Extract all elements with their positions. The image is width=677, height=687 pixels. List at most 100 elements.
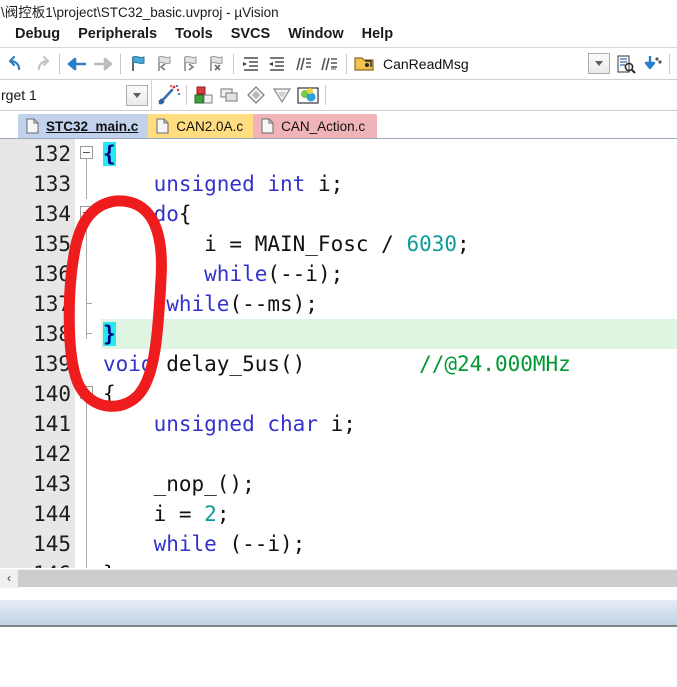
code-line-text: {	[103, 142, 116, 166]
fold-collapse-icon[interactable]	[80, 386, 93, 399]
build-toolbar: rget 1	[0, 80, 677, 111]
tab-can-action-c[interactable]: CAN_Action.c	[253, 114, 378, 138]
code-line[interactable]: 133 unsigned int i;	[0, 169, 677, 199]
line-number: 146	[0, 559, 75, 568]
code-line[interactable]: 140 {	[0, 379, 677, 409]
fold-column[interactable]	[75, 199, 101, 229]
fold-column[interactable]	[75, 379, 101, 409]
tab-can2-0a-c[interactable]: CAN2.0A.c	[148, 114, 256, 138]
open-file-icon[interactable]	[351, 51, 377, 77]
line-number: 144	[0, 499, 75, 529]
build-all-icon[interactable]	[217, 82, 243, 108]
navigate-forward-icon[interactable]	[90, 51, 116, 77]
dropdown-arrow-icon[interactable]	[588, 53, 610, 74]
line-number: 145	[0, 529, 75, 559]
navigate-back-icon[interactable]	[64, 51, 90, 77]
fold-column[interactable]	[75, 349, 101, 379]
find-in-files-icon[interactable]	[613, 51, 639, 77]
indent-left-icon[interactable]	[264, 51, 290, 77]
fold-collapse-icon[interactable]	[80, 146, 93, 159]
menu-item-tools[interactable]: Tools	[166, 24, 222, 44]
document-icon	[26, 118, 39, 134]
fold-guide-line	[86, 409, 87, 439]
line-number: 133	[0, 169, 75, 199]
uncomment-lines-icon[interactable]	[316, 51, 342, 77]
line-number: 138	[0, 319, 75, 349]
target-dropdown-arrow-icon[interactable]	[126, 84, 148, 106]
target-options-magic-icon[interactable]	[156, 82, 182, 108]
fold-guide-line	[86, 439, 87, 469]
menu-item-window[interactable]: Window	[279, 24, 352, 44]
translate-file-icon[interactable]	[243, 82, 269, 108]
editor-bottom-gap	[0, 587, 677, 599]
line-number: 137	[0, 289, 75, 319]
code-line-text: {	[103, 382, 116, 406]
editor-horizontal-scrollbar[interactable]: ‹	[0, 568, 677, 588]
bottom-blank-area	[0, 627, 677, 687]
code-line[interactable]: 138}	[0, 319, 677, 349]
code-line[interactable]: 135 i = MAIN_Fosc / 6030;	[0, 229, 677, 259]
code-line[interactable]: 132 {	[0, 139, 677, 169]
scrollbar-track[interactable]	[18, 569, 677, 587]
code-line[interactable]: 137 }while(--ms);	[0, 289, 677, 319]
manage-project-icon[interactable]	[295, 82, 321, 108]
build-target-icon[interactable]	[191, 82, 217, 108]
fold-column[interactable]	[75, 229, 101, 259]
target-value: rget 1	[1, 87, 37, 103]
fold-column[interactable]	[75, 559, 101, 568]
tab-label: STC32_main.c	[46, 118, 139, 134]
bookmark-prev-icon[interactable]	[151, 51, 177, 77]
fold-guide-line	[86, 529, 87, 559]
code-line-text: do{	[153, 202, 192, 226]
code-line-text: }	[103, 322, 116, 346]
fold-column[interactable]	[75, 169, 101, 199]
fold-guide-line	[86, 219, 87, 229]
toolbar-separator	[186, 85, 187, 105]
code-line[interactable]: 139 void delay_5us() //@24.000MHz	[0, 349, 677, 379]
comment-lines-icon[interactable]	[290, 51, 316, 77]
fold-column[interactable]	[75, 499, 101, 529]
document-icon	[261, 118, 274, 134]
fold-collapse-icon[interactable]	[80, 206, 93, 219]
fold-column[interactable]	[75, 469, 101, 499]
menu-item-debug[interactable]: Debug	[6, 24, 69, 44]
indent-right-icon[interactable]	[238, 51, 264, 77]
scroll-left-arrow-icon[interactable]: ‹	[0, 568, 18, 588]
fold-column[interactable]	[75, 439, 101, 469]
bookmark-toggle-icon[interactable]	[125, 51, 151, 77]
code-line[interactable]: 146}	[0, 559, 677, 568]
menu-item-help[interactable]: Help	[353, 24, 402, 44]
batch-build-icon[interactable]	[269, 82, 295, 108]
menu-item-svcs[interactable]: SVCS	[222, 24, 280, 44]
jump-to-definition-icon[interactable]	[639, 51, 665, 77]
edit-toolbar: CanReadMsg	[0, 48, 677, 80]
code-line[interactable]: 143 _nop_();	[0, 469, 677, 499]
editor-tab-strip: STC32_main.c CAN2.0A.c CAN_Action.c	[0, 111, 677, 139]
tab-stc32-main-c[interactable]: STC32_main.c	[18, 114, 151, 138]
undo-icon[interactable]	[3, 51, 29, 77]
fold-column[interactable]	[75, 409, 101, 439]
code-line[interactable]: 145 while (--i);	[0, 529, 677, 559]
bookmark-clear-icon[interactable]	[203, 51, 229, 77]
code-line-text: i = 2;	[103, 502, 230, 526]
line-number: 141	[0, 409, 75, 439]
line-number: 142	[0, 439, 75, 469]
code-line[interactable]: 144 i = 2;	[0, 499, 677, 529]
symbol-combo-label[interactable]: CanReadMsg	[383, 56, 469, 72]
code-line[interactable]: 142	[0, 439, 677, 469]
fold-column[interactable]	[75, 529, 101, 559]
bookmark-next-icon[interactable]	[177, 51, 203, 77]
line-number: 134	[0, 199, 75, 229]
fold-column[interactable]	[75, 139, 101, 169]
code-line-text: unsigned char i;	[153, 412, 356, 436]
target-selector[interactable]: rget 1	[0, 80, 152, 110]
fold-column[interactable]	[75, 259, 101, 289]
redo-icon[interactable]	[29, 51, 55, 77]
code-line[interactable]: 136 while(--i);	[0, 259, 677, 289]
menu-item-peripherals[interactable]: Peripherals	[69, 24, 166, 44]
fold-column[interactable]	[75, 289, 101, 319]
code-line[interactable]: 141 unsigned char i;	[0, 409, 677, 439]
fold-column[interactable]	[75, 319, 101, 349]
code-editor[interactable]: 132{133 unsigned int i; 134 do{135 i = MA…	[0, 139, 677, 568]
code-line[interactable]: 134 do{	[0, 199, 677, 229]
